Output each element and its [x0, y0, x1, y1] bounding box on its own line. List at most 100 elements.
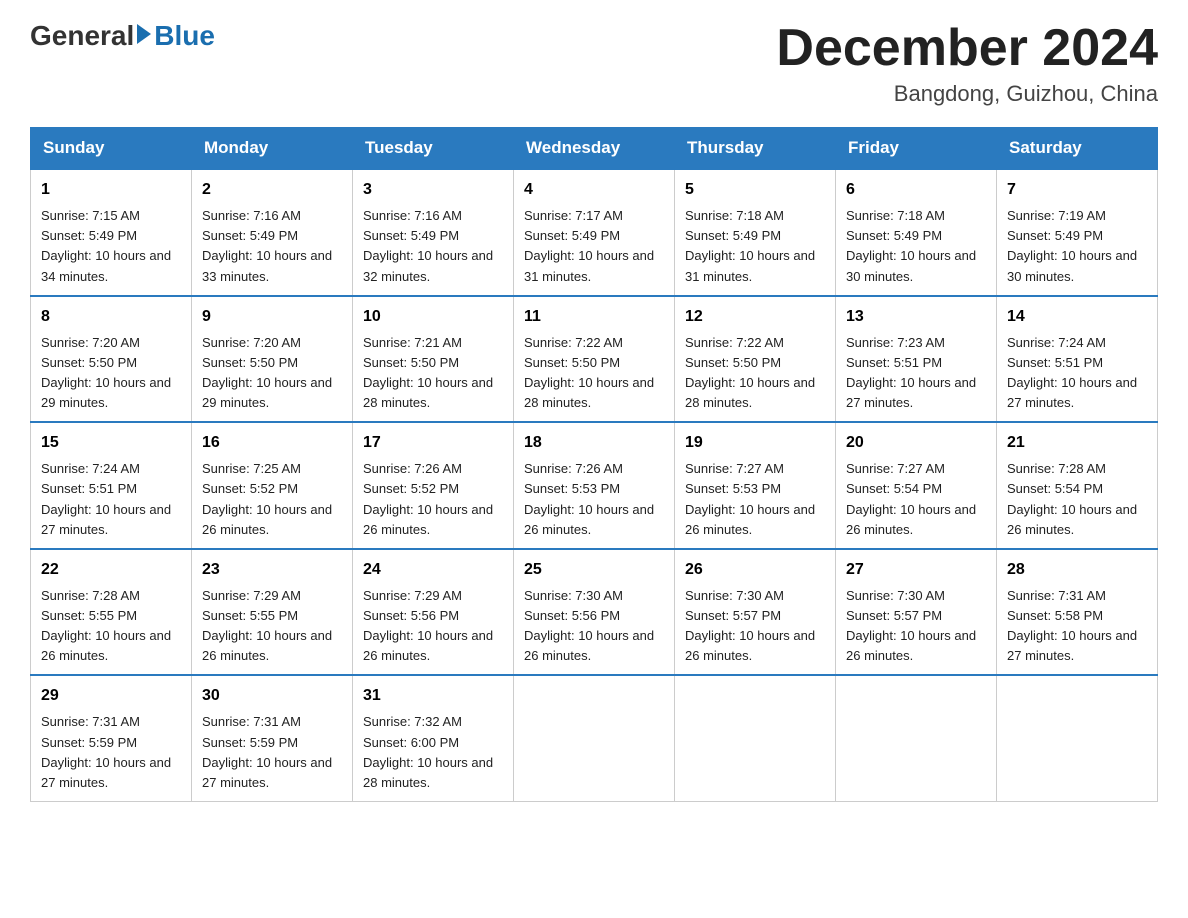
day-number: 18 [524, 431, 664, 455]
day-number: 20 [846, 431, 986, 455]
col-wednesday: Wednesday [514, 128, 675, 170]
header-row: Sunday Monday Tuesday Wednesday Thursday… [31, 128, 1158, 170]
day-number: 4 [524, 178, 664, 202]
day-number: 6 [846, 178, 986, 202]
table-row: 7 Sunrise: 7:19 AMSunset: 5:49 PMDayligh… [997, 169, 1158, 296]
table-row: 24 Sunrise: 7:29 AMSunset: 5:56 PMDaylig… [353, 549, 514, 676]
col-saturday: Saturday [997, 128, 1158, 170]
table-row: 3 Sunrise: 7:16 AMSunset: 5:49 PMDayligh… [353, 169, 514, 296]
day-number: 8 [41, 305, 181, 329]
table-row [997, 675, 1158, 801]
month-title: December 2024 [776, 20, 1158, 77]
day-info: Sunrise: 7:20 AMSunset: 5:50 PMDaylight:… [202, 335, 332, 410]
table-row: 30 Sunrise: 7:31 AMSunset: 5:59 PMDaylig… [192, 675, 353, 801]
day-number: 21 [1007, 431, 1147, 455]
day-info: Sunrise: 7:21 AMSunset: 5:50 PMDaylight:… [363, 335, 493, 410]
day-info: Sunrise: 7:17 AMSunset: 5:49 PMDaylight:… [524, 208, 654, 283]
day-number: 17 [363, 431, 503, 455]
table-row: 9 Sunrise: 7:20 AMSunset: 5:50 PMDayligh… [192, 296, 353, 423]
day-info: Sunrise: 7:30 AMSunset: 5:57 PMDaylight:… [685, 588, 815, 663]
day-number: 3 [363, 178, 503, 202]
day-info: Sunrise: 7:27 AMSunset: 5:54 PMDaylight:… [846, 461, 976, 536]
day-info: Sunrise: 7:19 AMSunset: 5:49 PMDaylight:… [1007, 208, 1137, 283]
day-number: 26 [685, 558, 825, 582]
table-row: 22 Sunrise: 7:28 AMSunset: 5:55 PMDaylig… [31, 549, 192, 676]
week-row-3: 15 Sunrise: 7:24 AMSunset: 5:51 PMDaylig… [31, 422, 1158, 549]
location-title: Bangdong, Guizhou, China [776, 81, 1158, 107]
calendar-table: Sunday Monday Tuesday Wednesday Thursday… [30, 127, 1158, 802]
day-info: Sunrise: 7:18 AMSunset: 5:49 PMDaylight:… [685, 208, 815, 283]
day-info: Sunrise: 7:31 AMSunset: 5:58 PMDaylight:… [1007, 588, 1137, 663]
day-info: Sunrise: 7:25 AMSunset: 5:52 PMDaylight:… [202, 461, 332, 536]
table-row: 27 Sunrise: 7:30 AMSunset: 5:57 PMDaylig… [836, 549, 997, 676]
day-info: Sunrise: 7:29 AMSunset: 5:55 PMDaylight:… [202, 588, 332, 663]
table-row: 17 Sunrise: 7:26 AMSunset: 5:52 PMDaylig… [353, 422, 514, 549]
day-info: Sunrise: 7:24 AMSunset: 5:51 PMDaylight:… [41, 461, 171, 536]
day-info: Sunrise: 7:15 AMSunset: 5:49 PMDaylight:… [41, 208, 171, 283]
day-number: 19 [685, 431, 825, 455]
day-number: 25 [524, 558, 664, 582]
week-row-1: 1 Sunrise: 7:15 AMSunset: 5:49 PMDayligh… [31, 169, 1158, 296]
col-tuesday: Tuesday [353, 128, 514, 170]
table-row: 16 Sunrise: 7:25 AMSunset: 5:52 PMDaylig… [192, 422, 353, 549]
day-number: 12 [685, 305, 825, 329]
day-number: 30 [202, 684, 342, 708]
day-info: Sunrise: 7:16 AMSunset: 5:49 PMDaylight:… [202, 208, 332, 283]
table-row: 15 Sunrise: 7:24 AMSunset: 5:51 PMDaylig… [31, 422, 192, 549]
table-row: 2 Sunrise: 7:16 AMSunset: 5:49 PMDayligh… [192, 169, 353, 296]
table-row: 8 Sunrise: 7:20 AMSunset: 5:50 PMDayligh… [31, 296, 192, 423]
day-info: Sunrise: 7:28 AMSunset: 5:54 PMDaylight:… [1007, 461, 1137, 536]
day-info: Sunrise: 7:16 AMSunset: 5:49 PMDaylight:… [363, 208, 493, 283]
day-number: 24 [363, 558, 503, 582]
day-number: 22 [41, 558, 181, 582]
table-row: 31 Sunrise: 7:32 AMSunset: 6:00 PMDaylig… [353, 675, 514, 801]
table-row: 28 Sunrise: 7:31 AMSunset: 5:58 PMDaylig… [997, 549, 1158, 676]
table-row: 13 Sunrise: 7:23 AMSunset: 5:51 PMDaylig… [836, 296, 997, 423]
table-row: 12 Sunrise: 7:22 AMSunset: 5:50 PMDaylig… [675, 296, 836, 423]
logo-arrow-icon [137, 24, 151, 44]
day-info: Sunrise: 7:26 AMSunset: 5:53 PMDaylight:… [524, 461, 654, 536]
table-row: 29 Sunrise: 7:31 AMSunset: 5:59 PMDaylig… [31, 675, 192, 801]
day-number: 14 [1007, 305, 1147, 329]
day-info: Sunrise: 7:31 AMSunset: 5:59 PMDaylight:… [202, 714, 332, 789]
day-number: 28 [1007, 558, 1147, 582]
table-row: 20 Sunrise: 7:27 AMSunset: 5:54 PMDaylig… [836, 422, 997, 549]
day-info: Sunrise: 7:30 AMSunset: 5:56 PMDaylight:… [524, 588, 654, 663]
col-thursday: Thursday [675, 128, 836, 170]
day-info: Sunrise: 7:24 AMSunset: 5:51 PMDaylight:… [1007, 335, 1137, 410]
table-row: 19 Sunrise: 7:27 AMSunset: 5:53 PMDaylig… [675, 422, 836, 549]
title-area: December 2024 Bangdong, Guizhou, China [776, 20, 1158, 107]
day-info: Sunrise: 7:23 AMSunset: 5:51 PMDaylight:… [846, 335, 976, 410]
day-number: 13 [846, 305, 986, 329]
day-number: 10 [363, 305, 503, 329]
table-row: 1 Sunrise: 7:15 AMSunset: 5:49 PMDayligh… [31, 169, 192, 296]
logo-blue-text: Blue [154, 20, 215, 52]
day-number: 9 [202, 305, 342, 329]
week-row-2: 8 Sunrise: 7:20 AMSunset: 5:50 PMDayligh… [31, 296, 1158, 423]
table-row: 25 Sunrise: 7:30 AMSunset: 5:56 PMDaylig… [514, 549, 675, 676]
col-monday: Monday [192, 128, 353, 170]
day-number: 31 [363, 684, 503, 708]
day-number: 2 [202, 178, 342, 202]
week-row-4: 22 Sunrise: 7:28 AMSunset: 5:55 PMDaylig… [31, 549, 1158, 676]
table-row: 14 Sunrise: 7:24 AMSunset: 5:51 PMDaylig… [997, 296, 1158, 423]
table-row [836, 675, 997, 801]
table-row: 11 Sunrise: 7:22 AMSunset: 5:50 PMDaylig… [514, 296, 675, 423]
week-row-5: 29 Sunrise: 7:31 AMSunset: 5:59 PMDaylig… [31, 675, 1158, 801]
day-number: 29 [41, 684, 181, 708]
day-number: 16 [202, 431, 342, 455]
header: General Blue December 2024 Bangdong, Gui… [30, 20, 1158, 107]
day-info: Sunrise: 7:32 AMSunset: 6:00 PMDaylight:… [363, 714, 493, 789]
table-row: 18 Sunrise: 7:26 AMSunset: 5:53 PMDaylig… [514, 422, 675, 549]
logo: General Blue [30, 20, 215, 52]
col-friday: Friday [836, 128, 997, 170]
day-info: Sunrise: 7:30 AMSunset: 5:57 PMDaylight:… [846, 588, 976, 663]
day-number: 11 [524, 305, 664, 329]
table-row: 26 Sunrise: 7:30 AMSunset: 5:57 PMDaylig… [675, 549, 836, 676]
day-info: Sunrise: 7:31 AMSunset: 5:59 PMDaylight:… [41, 714, 171, 789]
day-info: Sunrise: 7:22 AMSunset: 5:50 PMDaylight:… [524, 335, 654, 410]
day-number: 23 [202, 558, 342, 582]
table-row [675, 675, 836, 801]
day-info: Sunrise: 7:20 AMSunset: 5:50 PMDaylight:… [41, 335, 171, 410]
day-number: 5 [685, 178, 825, 202]
